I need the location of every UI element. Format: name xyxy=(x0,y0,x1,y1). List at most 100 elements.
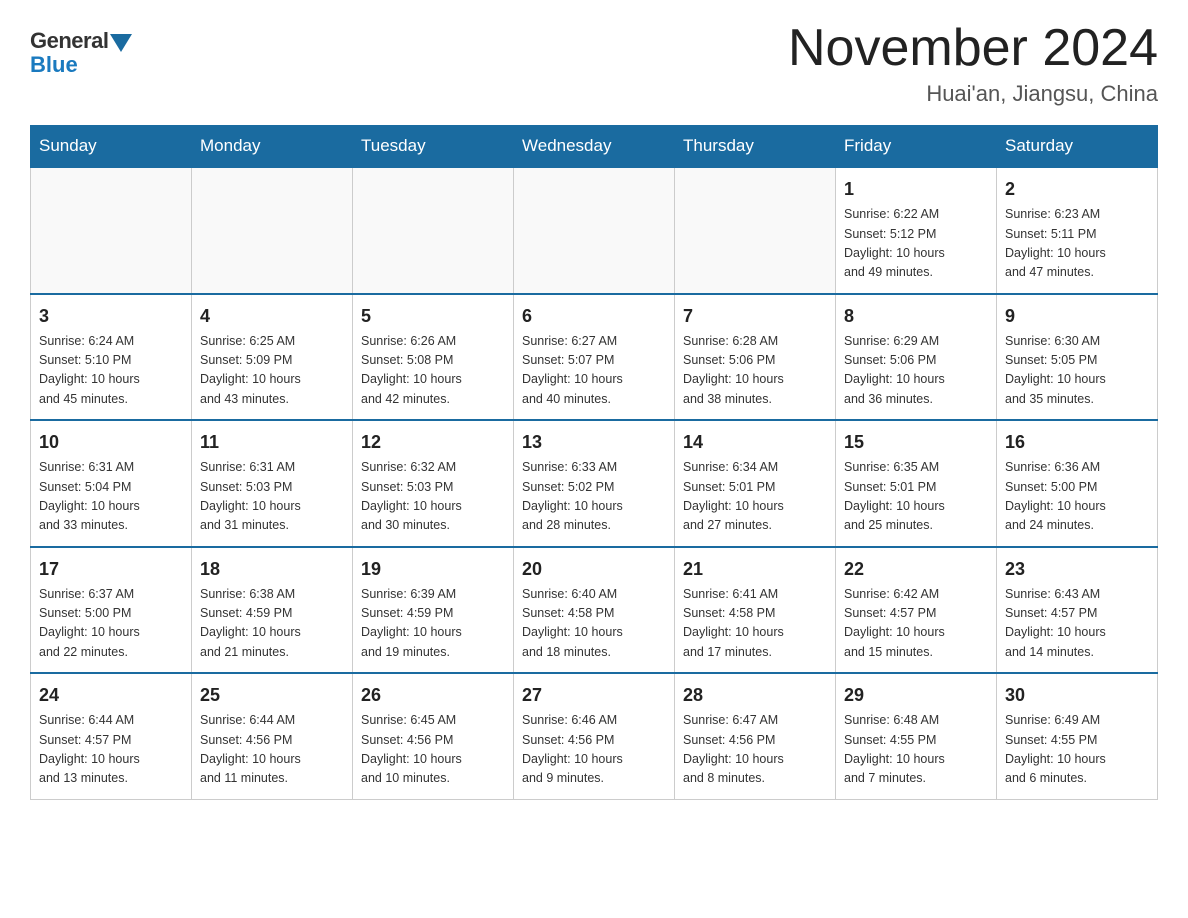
day-number: 24 xyxy=(39,682,183,709)
calendar-cell: 3Sunrise: 6:24 AMSunset: 5:10 PMDaylight… xyxy=(31,294,192,421)
calendar-cell: 29Sunrise: 6:48 AMSunset: 4:55 PMDayligh… xyxy=(836,673,997,799)
day-number: 12 xyxy=(361,429,505,456)
day-info: Sunrise: 6:28 AMSunset: 5:06 PMDaylight:… xyxy=(683,332,827,410)
day-info: Sunrise: 6:40 AMSunset: 4:58 PMDaylight:… xyxy=(522,585,666,663)
calendar-week-row: 1Sunrise: 6:22 AMSunset: 5:12 PMDaylight… xyxy=(31,167,1158,294)
day-number: 30 xyxy=(1005,682,1149,709)
logo-arrow-icon xyxy=(110,34,132,52)
day-number: 8 xyxy=(844,303,988,330)
weekday-header-tuesday: Tuesday xyxy=(353,126,514,168)
calendar-cell: 25Sunrise: 6:44 AMSunset: 4:56 PMDayligh… xyxy=(192,673,353,799)
day-info: Sunrise: 6:23 AMSunset: 5:11 PMDaylight:… xyxy=(1005,205,1149,283)
day-info: Sunrise: 6:36 AMSunset: 5:00 PMDaylight:… xyxy=(1005,458,1149,536)
day-number: 4 xyxy=(200,303,344,330)
calendar-week-row: 17Sunrise: 6:37 AMSunset: 5:00 PMDayligh… xyxy=(31,547,1158,674)
calendar-week-row: 3Sunrise: 6:24 AMSunset: 5:10 PMDaylight… xyxy=(31,294,1158,421)
day-info: Sunrise: 6:29 AMSunset: 5:06 PMDaylight:… xyxy=(844,332,988,410)
day-number: 7 xyxy=(683,303,827,330)
calendar-cell: 13Sunrise: 6:33 AMSunset: 5:02 PMDayligh… xyxy=(514,420,675,547)
weekday-header-monday: Monday xyxy=(192,126,353,168)
day-number: 17 xyxy=(39,556,183,583)
day-info: Sunrise: 6:38 AMSunset: 4:59 PMDaylight:… xyxy=(200,585,344,663)
day-number: 19 xyxy=(361,556,505,583)
day-info: Sunrise: 6:24 AMSunset: 5:10 PMDaylight:… xyxy=(39,332,183,410)
calendar-cell: 16Sunrise: 6:36 AMSunset: 5:00 PMDayligh… xyxy=(997,420,1158,547)
day-info: Sunrise: 6:31 AMSunset: 5:04 PMDaylight:… xyxy=(39,458,183,536)
day-number: 14 xyxy=(683,429,827,456)
calendar-week-row: 10Sunrise: 6:31 AMSunset: 5:04 PMDayligh… xyxy=(31,420,1158,547)
day-info: Sunrise: 6:27 AMSunset: 5:07 PMDaylight:… xyxy=(522,332,666,410)
day-info: Sunrise: 6:46 AMSunset: 4:56 PMDaylight:… xyxy=(522,711,666,789)
day-info: Sunrise: 6:33 AMSunset: 5:02 PMDaylight:… xyxy=(522,458,666,536)
day-info: Sunrise: 6:30 AMSunset: 5:05 PMDaylight:… xyxy=(1005,332,1149,410)
day-number: 25 xyxy=(200,682,344,709)
weekday-header-sunday: Sunday xyxy=(31,126,192,168)
calendar-cell: 19Sunrise: 6:39 AMSunset: 4:59 PMDayligh… xyxy=(353,547,514,674)
calendar-cell: 6Sunrise: 6:27 AMSunset: 5:07 PMDaylight… xyxy=(514,294,675,421)
calendar-cell: 26Sunrise: 6:45 AMSunset: 4:56 PMDayligh… xyxy=(353,673,514,799)
day-info: Sunrise: 6:49 AMSunset: 4:55 PMDaylight:… xyxy=(1005,711,1149,789)
page-header: General Blue November 2024 Huai'an, Jian… xyxy=(30,20,1158,107)
calendar-cell: 24Sunrise: 6:44 AMSunset: 4:57 PMDayligh… xyxy=(31,673,192,799)
day-info: Sunrise: 6:31 AMSunset: 5:03 PMDaylight:… xyxy=(200,458,344,536)
calendar-cell: 17Sunrise: 6:37 AMSunset: 5:00 PMDayligh… xyxy=(31,547,192,674)
day-info: Sunrise: 6:34 AMSunset: 5:01 PMDaylight:… xyxy=(683,458,827,536)
calendar-cell: 14Sunrise: 6:34 AMSunset: 5:01 PMDayligh… xyxy=(675,420,836,547)
day-number: 1 xyxy=(844,176,988,203)
day-info: Sunrise: 6:44 AMSunset: 4:57 PMDaylight:… xyxy=(39,711,183,789)
day-number: 18 xyxy=(200,556,344,583)
calendar-cell: 12Sunrise: 6:32 AMSunset: 5:03 PMDayligh… xyxy=(353,420,514,547)
weekday-header-thursday: Thursday xyxy=(675,126,836,168)
day-number: 15 xyxy=(844,429,988,456)
day-number: 27 xyxy=(522,682,666,709)
logo-general-text: General xyxy=(30,28,108,54)
calendar-cell: 9Sunrise: 6:30 AMSunset: 5:05 PMDaylight… xyxy=(997,294,1158,421)
weekday-header-row: SundayMondayTuesdayWednesdayThursdayFrid… xyxy=(31,126,1158,168)
day-info: Sunrise: 6:22 AMSunset: 5:12 PMDaylight:… xyxy=(844,205,988,283)
day-number: 21 xyxy=(683,556,827,583)
day-info: Sunrise: 6:26 AMSunset: 5:08 PMDaylight:… xyxy=(361,332,505,410)
calendar-cell: 18Sunrise: 6:38 AMSunset: 4:59 PMDayligh… xyxy=(192,547,353,674)
logo-container: General Blue xyxy=(30,28,132,78)
calendar-cell: 22Sunrise: 6:42 AMSunset: 4:57 PMDayligh… xyxy=(836,547,997,674)
calendar-cell: 8Sunrise: 6:29 AMSunset: 5:06 PMDaylight… xyxy=(836,294,997,421)
calendar-cell xyxy=(675,167,836,294)
weekday-header-wednesday: Wednesday xyxy=(514,126,675,168)
day-info: Sunrise: 6:43 AMSunset: 4:57 PMDaylight:… xyxy=(1005,585,1149,663)
calendar-cell: 2Sunrise: 6:23 AMSunset: 5:11 PMDaylight… xyxy=(997,167,1158,294)
calendar-subtitle: Huai'an, Jiangsu, China xyxy=(788,81,1158,107)
calendar-cell xyxy=(192,167,353,294)
logo-blue-text: Blue xyxy=(30,52,132,78)
calendar-cell: 11Sunrise: 6:31 AMSunset: 5:03 PMDayligh… xyxy=(192,420,353,547)
day-number: 20 xyxy=(522,556,666,583)
day-number: 9 xyxy=(1005,303,1149,330)
calendar-cell: 27Sunrise: 6:46 AMSunset: 4:56 PMDayligh… xyxy=(514,673,675,799)
day-info: Sunrise: 6:42 AMSunset: 4:57 PMDaylight:… xyxy=(844,585,988,663)
day-info: Sunrise: 6:48 AMSunset: 4:55 PMDaylight:… xyxy=(844,711,988,789)
calendar-cell: 23Sunrise: 6:43 AMSunset: 4:57 PMDayligh… xyxy=(997,547,1158,674)
day-number: 23 xyxy=(1005,556,1149,583)
day-info: Sunrise: 6:32 AMSunset: 5:03 PMDaylight:… xyxy=(361,458,505,536)
day-number: 26 xyxy=(361,682,505,709)
calendar-cell: 10Sunrise: 6:31 AMSunset: 5:04 PMDayligh… xyxy=(31,420,192,547)
day-number: 5 xyxy=(361,303,505,330)
day-number: 22 xyxy=(844,556,988,583)
day-info: Sunrise: 6:47 AMSunset: 4:56 PMDaylight:… xyxy=(683,711,827,789)
calendar-week-row: 24Sunrise: 6:44 AMSunset: 4:57 PMDayligh… xyxy=(31,673,1158,799)
calendar-cell: 21Sunrise: 6:41 AMSunset: 4:58 PMDayligh… xyxy=(675,547,836,674)
day-info: Sunrise: 6:45 AMSunset: 4:56 PMDaylight:… xyxy=(361,711,505,789)
calendar-cell xyxy=(514,167,675,294)
day-info: Sunrise: 6:41 AMSunset: 4:58 PMDaylight:… xyxy=(683,585,827,663)
calendar-cell: 4Sunrise: 6:25 AMSunset: 5:09 PMDaylight… xyxy=(192,294,353,421)
day-info: Sunrise: 6:35 AMSunset: 5:01 PMDaylight:… xyxy=(844,458,988,536)
title-block: November 2024 Huai'an, Jiangsu, China xyxy=(788,20,1158,107)
day-number: 6 xyxy=(522,303,666,330)
day-number: 11 xyxy=(200,429,344,456)
day-number: 29 xyxy=(844,682,988,709)
calendar-cell: 20Sunrise: 6:40 AMSunset: 4:58 PMDayligh… xyxy=(514,547,675,674)
calendar-cell: 15Sunrise: 6:35 AMSunset: 5:01 PMDayligh… xyxy=(836,420,997,547)
calendar-cell: 28Sunrise: 6:47 AMSunset: 4:56 PMDayligh… xyxy=(675,673,836,799)
day-number: 3 xyxy=(39,303,183,330)
calendar-title: November 2024 xyxy=(788,20,1158,77)
calendar-cell: 5Sunrise: 6:26 AMSunset: 5:08 PMDaylight… xyxy=(353,294,514,421)
